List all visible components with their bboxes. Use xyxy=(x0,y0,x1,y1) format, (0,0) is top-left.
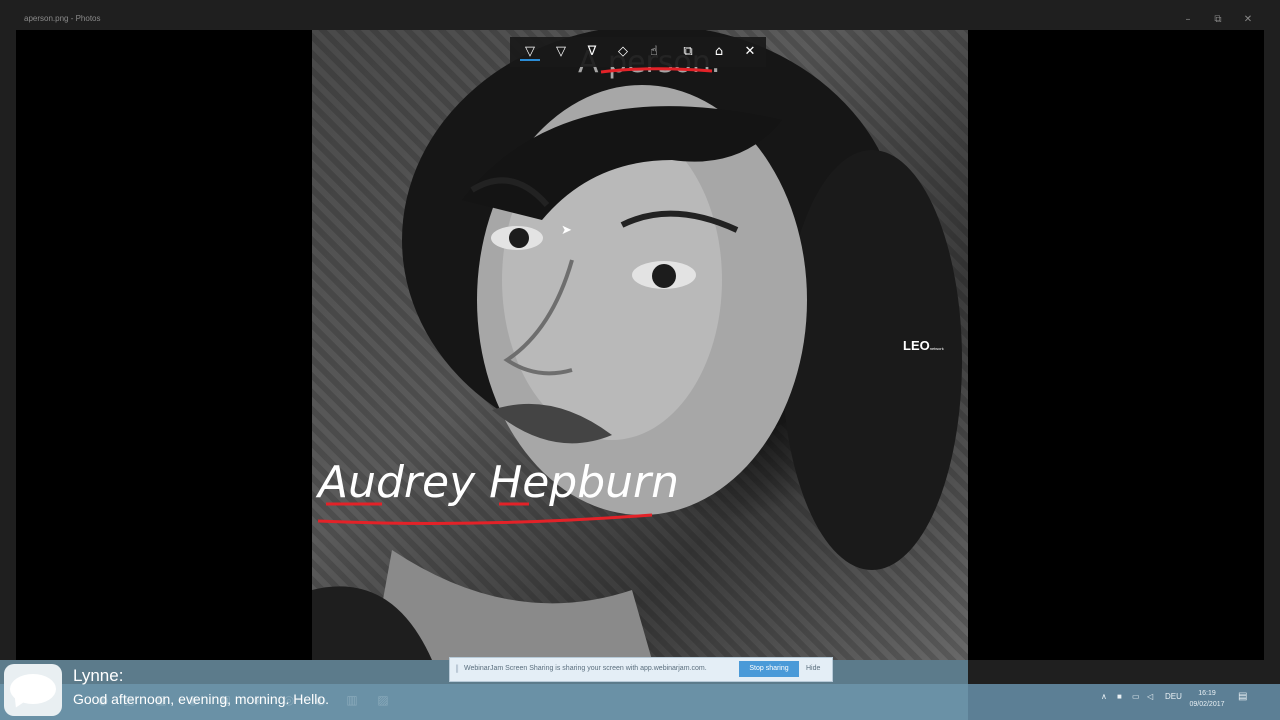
ink-toolbar: ▽ ▽ ∇ ◇ ☝ ⧉ ⌂ ✕ xyxy=(510,37,766,67)
touch-writing-icon[interactable]: ☝ xyxy=(644,43,664,61)
window-title: aperson.png - Photos xyxy=(24,14,101,23)
chat-avatar xyxy=(4,664,62,716)
portrait-shapes xyxy=(312,30,962,660)
clear-all-icon[interactable]: ⌂ xyxy=(709,43,729,61)
tray-clock[interactable]: 16:19 09/02/2017 xyxy=(1188,688,1226,710)
leo-watermark-logo: LEOnetwork xyxy=(903,338,944,353)
tray-time: 16:19 xyxy=(1198,690,1216,697)
leo-logo-text: LEO xyxy=(903,338,930,353)
drag-handle-icon[interactable]: ║ xyxy=(455,665,459,673)
action-center-icon[interactable]: ▤ xyxy=(1238,691,1247,702)
tray-language[interactable]: DEU xyxy=(1165,692,1182,701)
minimize-button[interactable]: – xyxy=(1174,11,1202,28)
hide-button[interactable]: Hide xyxy=(806,665,820,672)
title-bar[interactable]: aperson.png - Photos – ⧉ ✕ xyxy=(16,9,1264,30)
ballpoint-pen-icon[interactable]: ▽ xyxy=(520,43,540,61)
tray-date: 09/02/2017 xyxy=(1189,701,1225,708)
tray-chevron-icon[interactable]: ∧ xyxy=(1101,692,1107,701)
pencil-icon[interactable]: ▽ xyxy=(551,43,571,61)
leo-logo-subtext: network xyxy=(929,346,944,351)
close-ink-icon[interactable]: ✕ xyxy=(740,43,760,61)
tray-network-icon[interactable]: ■ xyxy=(1117,692,1122,701)
chat-message: Good afternoon, evening, morning. Hello. xyxy=(73,691,330,707)
portrait-photo xyxy=(312,30,968,660)
stop-sharing-button[interactable]: Stop sharing xyxy=(739,661,799,677)
screen-share-text: WebinarJam Screen Sharing is sharing you… xyxy=(464,665,707,672)
eraser-icon[interactable]: ◇ xyxy=(613,43,633,61)
highlighter-icon[interactable]: ∇ xyxy=(582,43,602,61)
tray-monitor-icon[interactable]: ▭ xyxy=(1132,692,1140,701)
close-window-button[interactable]: ✕ xyxy=(1234,11,1262,28)
tray-volume-icon[interactable]: ◁ xyxy=(1147,692,1153,701)
copy-icon[interactable]: ⧉ xyxy=(678,43,698,61)
chat-sender-name: Lynne: xyxy=(73,666,124,685)
restore-button[interactable]: ⧉ xyxy=(1204,11,1232,28)
mouse-cursor-icon: ➤ xyxy=(561,223,572,238)
screen-share-bar: ║ WebinarJam Screen Sharing is sharing y… xyxy=(449,657,833,682)
